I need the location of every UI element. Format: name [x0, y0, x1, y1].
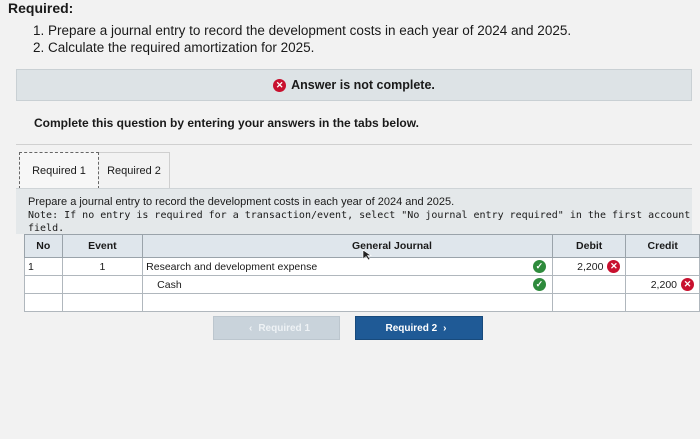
credit-input[interactable]: 2,200 ✕ — [625, 275, 700, 294]
event-select[interactable] — [61, 275, 144, 294]
row-no: 1 — [24, 257, 63, 276]
answer-status-bar: ✕ Answer is not complete. — [16, 69, 692, 101]
debit-input[interactable] — [551, 293, 627, 312]
account-name: Cash — [157, 278, 182, 291]
debit-input[interactable]: 2,200 ✕ — [551, 257, 627, 276]
row-no — [24, 293, 63, 312]
error-x-icon: ✕ — [607, 260, 621, 273]
panel-prompt: Prepare a journal entry to record the de… — [28, 196, 455, 208]
next-button-label: Required 2 — [385, 322, 438, 334]
credit-input[interactable] — [625, 257, 700, 276]
mouse-cursor-icon — [362, 249, 372, 261]
requirement-item: 1. Prepare a journal entry to record the… — [33, 23, 572, 38]
error-x-icon: ✕ — [273, 78, 287, 92]
account-select[interactable] — [142, 293, 553, 312]
col-header-event: Event — [61, 234, 144, 258]
chevron-left-icon: ‹ — [248, 322, 253, 334]
col-header-general-journal: General Journal — [142, 234, 553, 258]
required-heading: Required: — [8, 0, 74, 16]
next-tab-button[interactable]: Required 2 › — [355, 316, 483, 340]
account-select[interactable]: Research and development expense ✓ — [142, 257, 553, 276]
journal-table: No Event General Journal Debit Credit 1 … — [24, 234, 700, 312]
requirements-list: 1. Prepare a journal entry to record the… — [33, 22, 571, 56]
account-select[interactable]: Cash ✓ — [142, 275, 553, 294]
error-x-icon: ✕ — [681, 278, 694, 291]
panel-note: Note: If no entry is required for a tran… — [28, 210, 691, 234]
answer-status-text: Answer is not complete. — [291, 78, 435, 92]
col-header-debit: Debit — [551, 234, 627, 258]
debit-input[interactable] — [551, 275, 627, 294]
col-header-credit: Credit — [625, 234, 700, 258]
chevron-right-icon: › — [443, 322, 447, 334]
row-no — [24, 275, 63, 294]
panel-text: Prepare a journal entry to record the de… — [28, 196, 700, 235]
tab-required-1[interactable]: Required 1 — [19, 152, 99, 189]
credit-input[interactable] — [625, 293, 700, 312]
check-icon: ✓ — [532, 260, 546, 273]
col-header-no: No — [24, 234, 63, 258]
prev-button-label: Required 1 — [258, 322, 311, 334]
debit-value: 2,200 — [577, 260, 604, 273]
credit-value: 2,200 — [650, 278, 677, 291]
table-row: Cash ✓ 2,200 ✕ — [24, 275, 700, 294]
requirement-item: 2. Calculate the required amortization f… — [33, 40, 315, 55]
prev-tab-button[interactable]: ‹ Required 1 — [213, 316, 340, 340]
event-select[interactable]: 1 — [61, 257, 144, 276]
check-icon: ✓ — [532, 278, 546, 291]
divider — [16, 144, 692, 145]
tab-required-2[interactable]: Required 2 — [99, 152, 170, 189]
instruction-text: Complete this question by entering your … — [34, 116, 419, 130]
account-name: Research and development expense — [146, 260, 318, 273]
event-select[interactable] — [61, 293, 144, 312]
table-row — [24, 293, 700, 312]
